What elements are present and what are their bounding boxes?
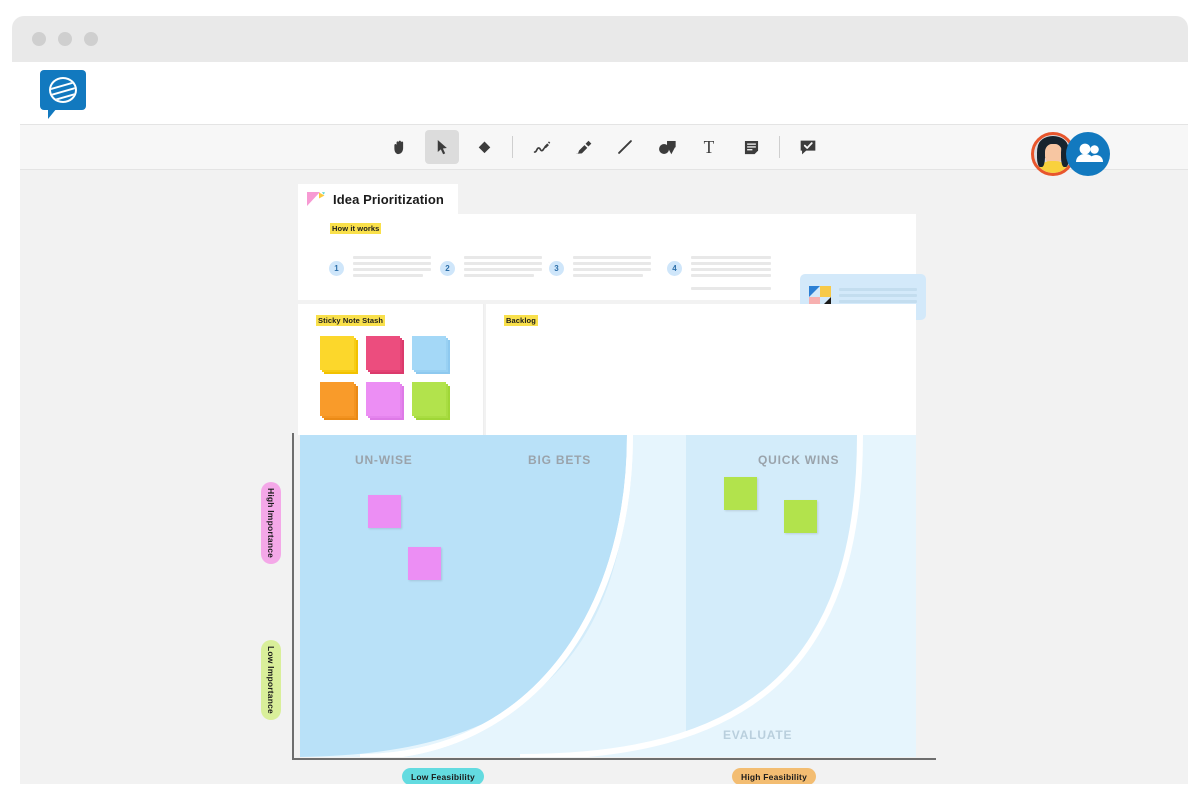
y-axis-line (292, 433, 294, 759)
board-title-card[interactable]: Idea Prioritization (298, 184, 458, 214)
maximize-dot[interactable] (84, 32, 98, 46)
svg-text:T: T (704, 137, 715, 157)
sticky-stack-yellow[interactable] (320, 336, 358, 374)
sticky-note-icon (744, 140, 758, 154)
backlog-panel[interactable]: Backlog (486, 304, 916, 435)
matrix-zones (300, 435, 916, 757)
step-lines-4 (691, 256, 771, 293)
sticky-stack-green[interactable] (412, 382, 450, 420)
sticky-stack-pink[interactable] (366, 336, 404, 374)
page-title: Idea Prioritization (333, 191, 444, 207)
eraser-icon (478, 141, 490, 153)
sticky-stack-violet[interactable] (366, 382, 404, 420)
hand-tool-button[interactable] (383, 130, 417, 164)
text-tool-button[interactable]: T (692, 130, 726, 164)
board-canvas[interactable]: Idea Prioritization How it works 1 2 3 4 (20, 170, 1188, 784)
add-people-icon (1076, 143, 1103, 162)
sticky-stack-orange[interactable] (320, 382, 358, 420)
select-tool-button[interactable] (425, 130, 459, 164)
mural-logo[interactable] (40, 70, 86, 119)
matrix-note-3[interactable] (724, 477, 757, 510)
prioritization-matrix[interactable]: UN-WISE BIG BETS QUICK WINS EVALUATE (300, 435, 916, 757)
logo-tail (48, 108, 57, 119)
minimize-dot[interactable] (58, 32, 72, 46)
matrix-note-2[interactable] (408, 547, 441, 580)
x-axis-line (292, 758, 936, 760)
step-number-2: 2 (440, 261, 455, 276)
zone-label-un-wise: UN-WISE (355, 453, 413, 467)
x-axis-pill-low-feasibility: Low Feasibility (402, 768, 484, 784)
line-tool-button[interactable] (608, 130, 642, 164)
backlog-label: Backlog (504, 315, 538, 326)
sticky-note-stash-label: Sticky Note Stash (316, 315, 386, 326)
y-axis-pill-high-importance-text: High Importance (266, 487, 276, 559)
window-chrome (12, 16, 1188, 62)
cursor-icon (437, 139, 447, 154)
zone-label-evaluate: EVALUATE (723, 728, 793, 742)
step-number-4: 4 (667, 261, 682, 276)
marker-icon (575, 140, 592, 154)
sticky-note-stash-panel: Sticky Note Stash (298, 304, 484, 435)
zone-label-big-bets: BIG BETS (528, 453, 592, 467)
toolbar: T (20, 124, 1188, 170)
shapes-icon (658, 140, 676, 154)
matrix-note-1[interactable] (368, 495, 401, 528)
y-axis-pill-high-importance: High Importance (261, 482, 281, 564)
comment-tool-button[interactable] (791, 130, 825, 164)
pen-icon (533, 141, 551, 153)
pen-tool-button[interactable] (524, 130, 558, 164)
step-lines-1 (353, 256, 431, 280)
shapes-tool-button[interactable] (650, 130, 684, 164)
text-icon: T (704, 137, 715, 157)
sticky-stack-blue[interactable] (412, 336, 450, 374)
step-lines-3 (573, 256, 651, 280)
marker-tool-button[interactable] (566, 130, 600, 164)
how-it-works-label: How it works (330, 223, 382, 234)
y-axis-pill-low-importance: Low Importance (261, 640, 281, 720)
toolbar-divider-2 (779, 136, 780, 158)
how-it-works-panel: How it works 1 2 3 4 (298, 214, 926, 320)
pennant-icon (307, 191, 325, 206)
toolbar-divider-1 (512, 136, 513, 158)
y-axis-pill-low-importance-text: Low Importance (266, 646, 276, 714)
add-people-button[interactable] (1066, 132, 1110, 176)
line-icon (618, 140, 632, 154)
app-header (20, 62, 1188, 176)
matrix-note-4[interactable] (784, 500, 817, 533)
x-axis-pill-high-feasibility: High Feasibility (732, 768, 817, 784)
eraser-tool-button[interactable] (467, 130, 501, 164)
zone-label-quick-wins: QUICK WINS (758, 453, 840, 467)
step-number-3: 3 (549, 261, 564, 276)
close-dot[interactable] (32, 32, 46, 46)
step-lines-2 (464, 256, 542, 280)
comment-icon (800, 140, 816, 155)
step-number-1: 1 (329, 261, 344, 276)
hand-icon (393, 140, 403, 154)
logo-oval (49, 77, 77, 103)
sticky-note-tool-button[interactable] (734, 130, 768, 164)
